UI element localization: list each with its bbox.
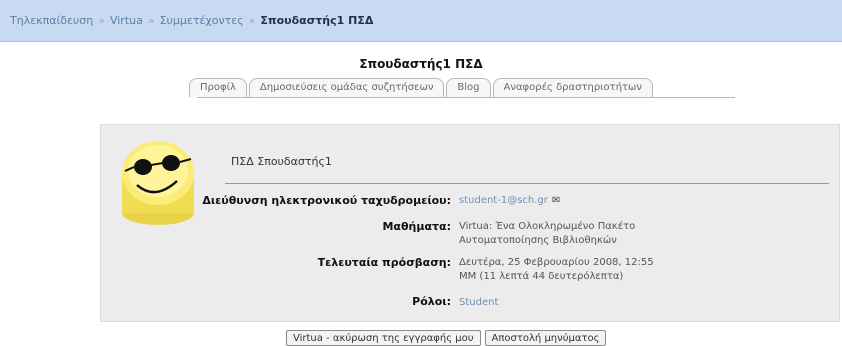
- profile-panel: ΠΣΔ Σπουδαστής1 Διεύθυνση ηλεκτρονικού τ…: [100, 124, 840, 322]
- breadcrumb-link-home[interactable]: Τηλεκπαίδευση: [10, 14, 93, 27]
- last-access-date: Δευτέρα, 25 Φεβρουαρίου 2008, 12:55: [459, 257, 654, 268]
- send-message-button[interactable]: Αποστολή μηνύματος: [484, 330, 607, 346]
- breadcrumb-separator: »: [248, 14, 256, 27]
- tabs-underline: [197, 97, 735, 98]
- breadcrumb-separator: »: [98, 14, 105, 27]
- role-link[interactable]: Student: [459, 297, 498, 308]
- email-label: Διεύθυνση ηλεκτρονικού ταχυδρομείου:: [202, 194, 451, 207]
- smiley-sunglasses-icon: [122, 141, 194, 225]
- last-access-value: Δευτέρα, 25 Φεβρουαρίου 2008, 12:55 ΜΜ (…: [459, 256, 654, 284]
- roles-label: Ρόλοι:: [412, 295, 451, 308]
- envelope-icon[interactable]: ✉: [552, 194, 560, 208]
- tab-profile[interactable]: Προφίλ: [188, 78, 247, 97]
- profile-tabs: Προφίλ Δημοσιεύσεις ομάδας συζητήσεων Bl…: [0, 78, 842, 97]
- profile-divider: [225, 183, 829, 184]
- course-link[interactable]: Virtua: Ένα Ολοκληρωμένο Πακέτο: [459, 220, 635, 234]
- roles-value: Student: [459, 296, 498, 310]
- breadcrumb: Τηλεκπαίδευση » Virtua » Συμμετέχοντες »…: [0, 0, 842, 42]
- breadcrumb-link-participants[interactable]: Συμμετέχοντες: [160, 14, 244, 27]
- courses-value: Virtua: Ένα Ολοκληρωμένο Πακέτο Αυτοματο…: [459, 220, 635, 248]
- breadcrumb-link-course[interactable]: Virtua: [110, 14, 143, 27]
- last-access-label: Τελευταία πρόσβαση:: [317, 256, 451, 269]
- profile-actions: Virtua - ακύρωση της εγγραφής μου Αποστο…: [286, 330, 607, 346]
- tab-forum-posts[interactable]: Δημοσιεύσεις ομάδας συζητήσεων: [248, 78, 445, 97]
- breadcrumb-current: Σπουδαστής1 ΠΣΔ: [260, 14, 374, 27]
- page-title: Σπουδαστής1 ΠΣΔ: [359, 57, 483, 71]
- tab-activity-reports[interactable]: Αναφορές δραστηριοτήτων: [492, 78, 654, 97]
- email-value: student-1@sch.gr ✉: [459, 194, 560, 208]
- email-link[interactable]: student-1@sch.gr: [459, 195, 548, 206]
- last-access-elapsed: ΜΜ (11 λεπτά 44 δευτερόλεπτα): [459, 271, 624, 282]
- course-link-continued[interactable]: Αυτοματοποίησης Βιβλιοθηκών: [459, 234, 635, 248]
- unenrol-button[interactable]: Virtua - ακύρωση της εγγραφής μου: [286, 330, 481, 346]
- courses-label: Μαθήματα:: [382, 220, 451, 233]
- breadcrumb-separator: »: [147, 14, 155, 27]
- tab-blog[interactable]: Blog: [446, 78, 491, 97]
- profile-fullname: ΠΣΔ Σπουδαστής1: [231, 155, 332, 168]
